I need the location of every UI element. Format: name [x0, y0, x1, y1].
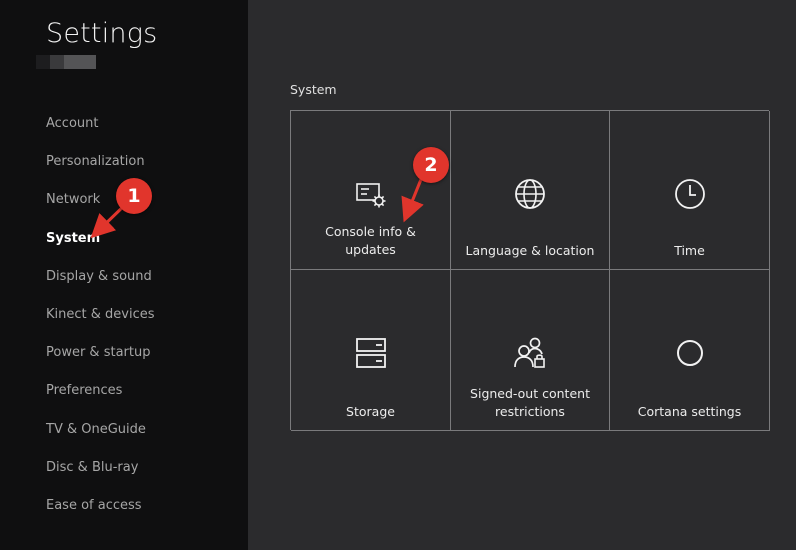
tile-console-info-updates[interactable]: Console info & updates — [291, 111, 451, 270]
sidebar-item-preferences[interactable]: Preferences — [46, 377, 155, 415]
sidebar-item-system[interactable]: System — [46, 225, 155, 263]
sidebar-nav: Account Personalization Network System D… — [46, 110, 155, 530]
sidebar-item-disc-bluray[interactable]: Disc & Blu-ray — [46, 454, 155, 492]
sidebar-item-display-sound[interactable]: Display & sound — [46, 263, 155, 301]
users-lock-icon — [514, 337, 545, 368]
system-tiles-grid: Console info & updates Language & locati… — [290, 110, 770, 431]
sidebar-item-account[interactable]: Account — [46, 110, 155, 148]
cortana-circle-icon — [676, 340, 703, 366]
tile-language-location[interactable]: Language & location — [451, 111, 610, 270]
sidebar: Settings Account Personalization Network… — [0, 0, 248, 550]
tile-time[interactable]: Time — [610, 111, 770, 270]
section-label-system: System — [290, 82, 337, 97]
sidebar-item-tv-oneguide[interactable]: TV & OneGuide — [46, 416, 155, 454]
tile-signed-out-content-restrictions[interactable]: Signed-out content restrictions — [451, 270, 610, 431]
clock-icon — [674, 179, 705, 209]
page-title: Settings — [46, 18, 158, 49]
tile-cortana-settings[interactable]: Cortana settings — [610, 270, 770, 431]
tile-label: Signed-out content restrictions — [470, 386, 590, 419]
tile-label: Time — [674, 243, 705, 258]
tile-label: Storage — [346, 404, 395, 419]
tile-storage[interactable]: Storage — [291, 270, 451, 431]
redacted-username — [36, 55, 96, 69]
console-info-icon — [355, 183, 385, 208]
annotation-badge-1: 1 — [116, 178, 152, 214]
globe-icon — [515, 179, 545, 209]
sidebar-item-power-startup[interactable]: Power & startup — [46, 339, 155, 377]
sidebar-item-kinect-devices[interactable]: Kinect & devices — [46, 301, 155, 339]
sidebar-item-ease-of-access[interactable]: Ease of access — [46, 492, 155, 530]
tile-label: Console info & updates — [325, 224, 416, 257]
storage-icon — [355, 338, 386, 368]
annotation-badge-2: 2 — [413, 147, 449, 183]
tile-label: Cortana settings — [637, 404, 742, 419]
tile-label: Language & location — [465, 243, 595, 258]
